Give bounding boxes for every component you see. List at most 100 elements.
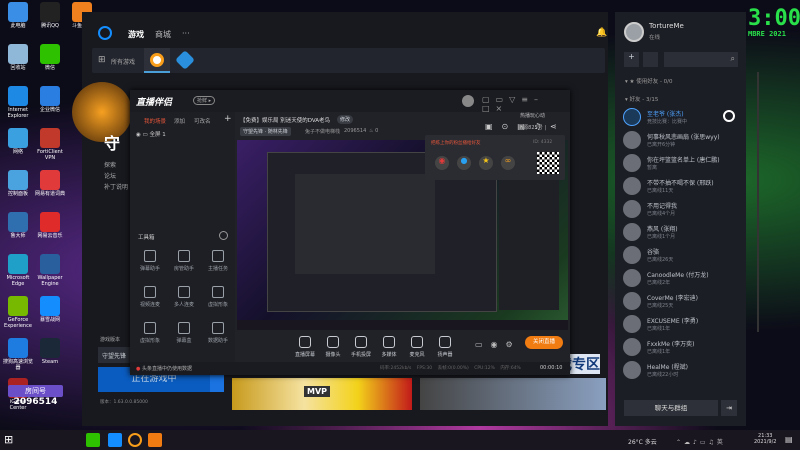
nav-games[interactable]: 游戏	[128, 29, 144, 40]
desktop-icon[interactable]: 微信	[34, 44, 66, 72]
desktop-icon[interactable]: 暴雪战网	[34, 296, 66, 324]
desktop-icon[interactable]: 此电脑	[2, 2, 34, 30]
clock-date: MBRE 2021	[748, 30, 786, 38]
friend-item[interactable]: 不带不抽不喝不保 (邢跃) 已离线11天	[623, 176, 743, 198]
qq-icon[interactable]: ●	[457, 156, 471, 170]
tab-add[interactable]: 添加	[174, 117, 185, 125]
friend-item[interactable]: 不用记得我 已离线4个月	[623, 199, 743, 221]
source-button[interactable]: 多媒体	[374, 336, 404, 358]
weather[interactable]: 26°C 多云	[628, 437, 657, 446]
source-button[interactable]: 摄像头	[318, 336, 348, 358]
close-live-button[interactable]: 关闭直播	[525, 336, 563, 349]
group-header-friends[interactable]: ▾ 好友 - 3/15	[625, 95, 658, 103]
friend-item[interactable]: 燕风 (张翔) 已离线1个月	[623, 222, 743, 244]
friend-avatar	[623, 108, 641, 126]
friend-item[interactable]: HealMe (程斌) 已离线22小时	[623, 360, 743, 382]
friend-item[interactable]: FxxkMe (李万奕) 已离线1年	[623, 337, 743, 359]
tab-heroes-icon[interactable]	[175, 50, 195, 70]
start-icon[interactable]: ⊞	[4, 433, 18, 447]
link-icon[interactable]: ∞	[501, 156, 515, 170]
bell-icon[interactable]: 🔔	[596, 28, 607, 38]
all-games[interactable]: 所有游戏	[111, 57, 135, 66]
desktop-icon[interactable]: 回收站	[2, 44, 34, 72]
friend-search-input[interactable]: ⌕	[664, 52, 738, 67]
nav-more[interactable]: ···	[182, 29, 190, 38]
source-button[interactable]: 直播屏幕	[290, 336, 320, 358]
group-header-favorites[interactable]: ▾ ★ 使用好友 - 0/0	[625, 77, 673, 85]
tool-button[interactable]: 虚拟形象	[133, 322, 167, 344]
tool-button[interactable]: 数据助手	[201, 322, 235, 344]
tray-icons[interactable]: ⌃☁♪▭♫英	[676, 437, 726, 446]
scene-item[interactable]: ◉ ▭ 全屏 1	[136, 130, 166, 138]
desktop-icon[interactable]: 网络	[2, 128, 34, 156]
link-forum[interactable]: 论坛	[104, 171, 128, 182]
stream-avatar[interactable]	[462, 95, 474, 107]
source-button[interactable]: 麦克风	[402, 336, 432, 358]
desktop-icon[interactable]: FortiClient VPN	[34, 128, 66, 161]
tab-rename[interactable]: 可改名	[194, 117, 211, 125]
desktop-icon[interactable]: Microsoft Edge	[2, 254, 34, 287]
source-button[interactable]: 扬声器	[430, 336, 460, 358]
friend-item[interactable]: 谷骆 已离线26天	[623, 245, 743, 267]
source-button[interactable]: 手机投屏	[346, 336, 376, 358]
friend-item[interactable]: CanoodleMe (付万龙) 已离线2年	[623, 268, 743, 290]
friend-item[interactable]: EXCUSEME (李勇) 已离线1年	[623, 314, 743, 336]
record-view-settings-icons[interactable]: ▭◉⚙	[475, 340, 521, 349]
link-patch[interactable]: 补丁说明	[104, 182, 128, 193]
friend-item[interactable]: 你在坪篮篮名单上 (唐仁鹏) 暂离	[623, 153, 743, 175]
news-card-zone[interactable]: 游戏专区	[420, 354, 606, 410]
app-icon	[40, 212, 60, 232]
battlenet-logo-icon[interactable]	[98, 26, 112, 40]
tool-button[interactable]: 弹幕助手	[133, 250, 167, 272]
tool-button[interactable]: 房管助手	[167, 250, 201, 272]
desktop-icon[interactable]: 鲁大师	[2, 212, 34, 240]
desktop-icon[interactable]: Internet Explorer	[2, 86, 34, 119]
toolbox-collapse-icon[interactable]	[219, 231, 228, 240]
friend-item[interactable]: 何事秋风悲画扇 (张思wyy) 已离开6分钟	[623, 130, 743, 152]
tool-button[interactable]: 多人连麦	[167, 286, 201, 308]
nav-shop[interactable]: 商城	[155, 29, 171, 40]
add-scene-button[interactable]: +	[224, 114, 232, 124]
desktop-icon[interactable]: 企业微信	[34, 86, 66, 114]
edit-title-button[interactable]: 修改	[337, 115, 354, 124]
tool-button[interactable]: 虚拟形象	[201, 286, 235, 308]
taskbar-overwatch-icon[interactable]	[128, 433, 142, 447]
weibo-icon[interactable]: ◉	[435, 156, 449, 170]
notification-icon[interactable]: ▤	[785, 435, 793, 444]
taskbar-wechat-icon[interactable]	[86, 433, 100, 447]
tool-button[interactable]: 弹幕盒	[167, 322, 201, 344]
desktop-icon[interactable]: 网易有道词典	[34, 170, 66, 198]
status-dropdown[interactable]: 在线	[649, 33, 660, 41]
desktop-icon[interactable]: GeForce Experience	[2, 296, 34, 329]
grid-icon[interactable]: ⊞	[98, 55, 106, 65]
category-select[interactable]: 守望先锋 · 随林先锋	[240, 127, 291, 136]
friend-settings-button[interactable]	[643, 52, 658, 67]
tool-button[interactable]: 主播任务	[201, 250, 235, 272]
tool-button[interactable]: 视频连麦	[133, 286, 167, 308]
qzone-icon[interactable]: ★	[479, 156, 493, 170]
friend-name: FxxkMe (李万奕)	[647, 341, 695, 348]
desktop-icon[interactable]: Steam	[34, 338, 66, 366]
news-card-mvp[interactable]: MVP	[232, 378, 412, 410]
taskbar-clock[interactable]: 21:33 2021/9/2	[754, 433, 776, 445]
add-friend-button[interactable]: +	[624, 52, 639, 67]
tab-overwatch[interactable]	[144, 48, 170, 73]
beta-badge[interactable]: 抢鲜 ▸	[193, 96, 216, 105]
desktop-icon[interactable]: 网易云音乐	[34, 212, 66, 240]
friend-item[interactable]: CoverMe (李宏迪) 已离线25天	[623, 291, 743, 313]
taskbar-stream-icon[interactable]	[148, 433, 162, 447]
avatar[interactable]	[624, 22, 644, 42]
friend-avatar	[623, 177, 641, 195]
desktop-icon[interactable]: 搜狗高速浏览器	[2, 338, 34, 371]
scrollbar[interactable]	[757, 72, 759, 332]
desktop-icon[interactable]: 腾讯QQ	[34, 2, 66, 30]
desktop-icon[interactable]: 控制面板	[2, 170, 34, 198]
desktop-icon[interactable]: Wallpaper Engine	[34, 254, 66, 287]
taskbar-battlenet-icon[interactable]	[108, 433, 122, 447]
chat-groups-button[interactable]: 聊天与群组	[624, 400, 718, 416]
tab-my-scenes[interactable]: 我的场景	[144, 117, 166, 125]
link-explore[interactable]: 探索	[104, 160, 128, 171]
mvp-badge: MVP	[304, 386, 331, 397]
exit-icon[interactable]: ⇥	[721, 400, 737, 416]
friend-avatar	[623, 269, 641, 287]
